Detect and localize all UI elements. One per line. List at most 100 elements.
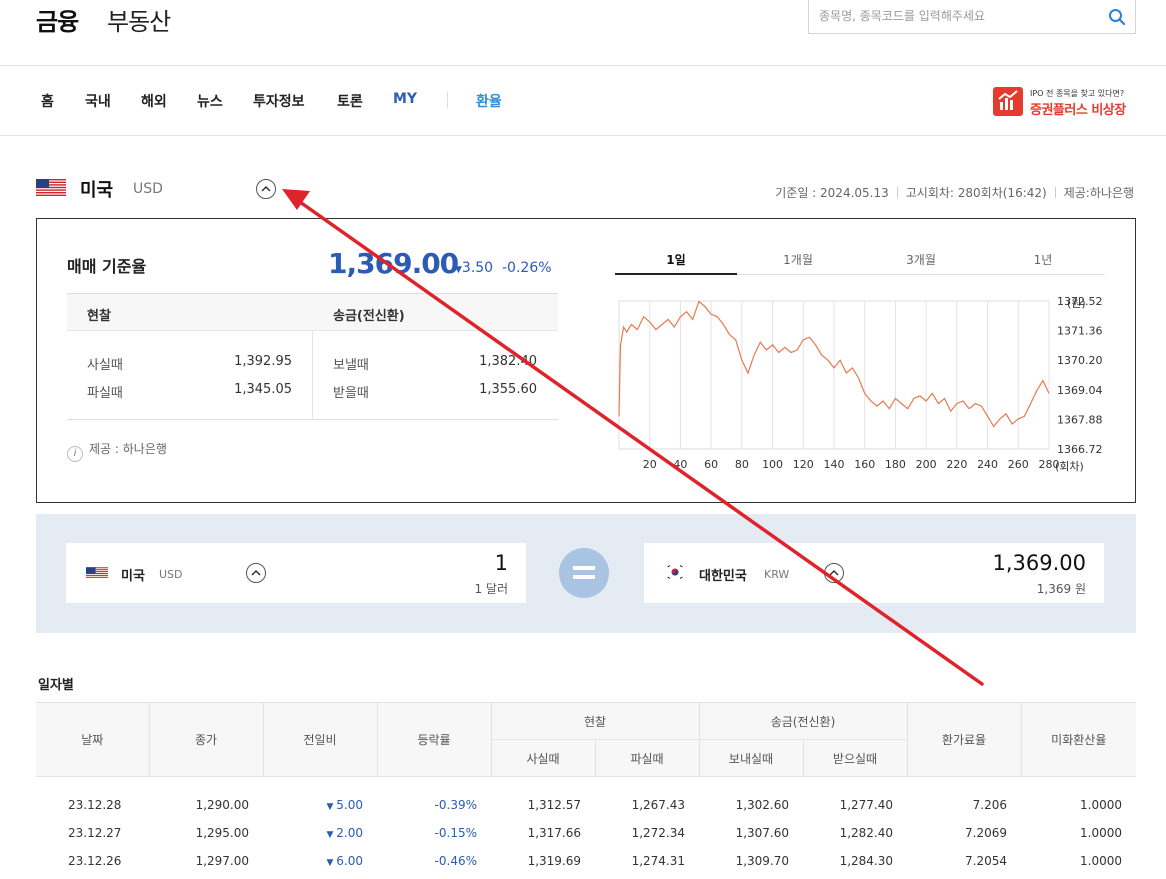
col-remit: 송금(전신환) <box>698 702 908 740</box>
rate-change-amount: 3.50 <box>461 260 494 276</box>
table-cell: 1,277.40 <box>839 797 894 812</box>
col-date: 날짜 <box>36 702 150 777</box>
remit-header: 송금(전신환) <box>333 309 405 324</box>
x-tick-label: 60 <box>704 458 718 471</box>
kr-flag-icon <box>666 563 684 581</box>
buy-cash-label: 사실때 <box>87 358 123 373</box>
table-cell: -0.39% <box>434 797 477 812</box>
table-cell: 1,297.00 <box>195 853 249 868</box>
col-close: 종가 <box>148 702 264 777</box>
col-cash-buy: 사실때 <box>491 739 596 777</box>
send-label: 보낼때 <box>333 358 369 373</box>
y-tick-label: 1367.88 <box>1057 413 1103 426</box>
top-bar: 금융 부동산 <box>0 0 1166 66</box>
brand-realestate[interactable]: 부동산 <box>107 2 171 37</box>
col-cash: 현찰 <box>490 702 700 740</box>
down-triangle-icon: ▼ <box>326 829 337 840</box>
chevron-up-icon <box>829 569 839 576</box>
tab-1month[interactable]: 1개월 <box>737 251 859 268</box>
table-cell: ▼ 5.00 <box>263 791 377 819</box>
x-tick-label: 280 <box>1039 458 1060 471</box>
nav-home[interactable]: 홈 <box>41 91 54 111</box>
from-currency-select-button[interactable] <box>246 563 266 583</box>
rate-detail-header: 현찰 송금(전신환) <box>67 294 558 331</box>
from-currency-code: USD <box>159 568 183 581</box>
x-tick-label: 20 <box>643 458 657 471</box>
x-tick-label: 180 <box>885 458 906 471</box>
to-amount-unit: 1,369 원 <box>1036 582 1086 596</box>
table-cell: 1,282.40 <box>839 825 894 840</box>
table-row: 23.12.26 1,297.00 ▼ 6.00 -0.46% 1,319.69 1,27… <box>36 847 1136 875</box>
table-cell: 1,290.00 <box>195 797 249 812</box>
table-cell: 1,267.43 <box>631 797 685 812</box>
x-tick-label: 120 <box>793 458 814 471</box>
us-flag-icon <box>86 565 108 578</box>
rate-change: ▼3.50 -0.26% <box>455 260 552 276</box>
brand-finance[interactable]: 금융 <box>36 2 79 37</box>
from-amount-unit: 1 달러 <box>474 582 508 596</box>
table-cell: 1,312.57 <box>527 797 581 812</box>
table-cell: 7.2069 <box>965 825 1008 840</box>
x-tick-label: 80 <box>735 458 749 471</box>
currency-name: 미국 <box>80 180 114 201</box>
from-currency-name: 미국 <box>121 569 145 584</box>
table-cell: 1,307.60 <box>735 825 789 840</box>
base-rate-label: 매매 기준율 <box>67 257 147 276</box>
tab-1day[interactable]: 1일 <box>615 251 737 268</box>
nav-discussion[interactable]: 토론 <box>337 91 363 111</box>
x-tick-label: 260 <box>1008 458 1029 471</box>
nav-invest-info[interactable]: 투자정보 <box>253 91 305 111</box>
search-icon[interactable] <box>1108 8 1126 26</box>
x-tick-label: 160 <box>854 458 875 471</box>
search-input[interactable] <box>819 6 1099 26</box>
col-remit-send: 보내실때 <box>698 739 804 777</box>
table-cell: ▼ 2.00 <box>263 819 377 847</box>
nav-overseas[interactable]: 해외 <box>141 91 167 111</box>
provider-text: 제공 : 하나은행 <box>89 442 167 456</box>
table-cell: 1,319.69 <box>527 853 581 868</box>
currency-select-button[interactable] <box>256 179 276 199</box>
x-tick-label: 240 <box>977 458 998 471</box>
tab-3month[interactable]: 3개월 <box>860 251 982 268</box>
converter-from[interactable]: 미국 USD 1 1 달러 <box>66 543 526 603</box>
table-cell: 1,317.66 <box>527 825 581 840</box>
table-cell: 1,295.00 <box>195 825 249 840</box>
to-amount[interactable]: 1,369.00 <box>992 551 1086 575</box>
col-cash-sell: 파실때 <box>594 739 700 777</box>
ad-tagline: IPO 전 종목을 찾고 있다면? <box>1030 89 1125 98</box>
stockplus-logo-icon <box>993 87 1023 116</box>
from-amount[interactable]: 1 <box>495 551 508 575</box>
to-currency-select-button[interactable] <box>824 563 844 583</box>
send-value: 1,382.40 <box>479 354 537 369</box>
down-triangle-icon: ▼ <box>455 265 462 275</box>
y-tick-label: 1369.04 <box>1057 384 1103 397</box>
nav-exchange[interactable]: 환율 <box>476 91 502 111</box>
period-tabs: 1일 1개월 3개월 1년 <box>615 245 1105 275</box>
ad-banner[interactable]: IPO 전 종목을 찾고 있다면? 증권플러스 비상장 <box>993 87 1138 118</box>
nav-news[interactable]: 뉴스 <box>197 91 223 111</box>
base-rate-value: 1,369.00 <box>328 247 459 280</box>
meta-provider: 제공:하나은행 <box>1063 186 1134 200</box>
rate-panel: 매매 기준율 1,369.00 ▼3.50 -0.26% 현찰 송금(전신환) … <box>36 218 1136 503</box>
tab-1year[interactable]: 1년 <box>982 251 1104 268</box>
x-tick-label: 100 <box>762 458 783 471</box>
table-cell: 7.2054 <box>965 853 1008 868</box>
converter-to[interactable]: 대한민국 KRW 1,369.00 1,369 원 <box>644 543 1104 603</box>
table-cell: 1,284.30 <box>839 853 894 868</box>
table-row: 23.12.28 1,290.00 ▼ 5.00 -0.39% 1,312.57 1,26… <box>36 791 1136 819</box>
nav-domestic[interactable]: 국내 <box>85 91 111 111</box>
table-cell: -0.46% <box>434 853 477 868</box>
table-cell: 1,272.34 <box>631 825 685 840</box>
base-date: 기준일 : 2024.05.13 <box>775 186 889 200</box>
rate-line-chart: (원) (회차) 20 40 60 80 100 120 140 160 180 200 220 24… <box>618 295 1103 473</box>
rate-detail-divider <box>312 331 313 420</box>
main-nav: 홈 국내 해외 뉴스 투자정보 토론 MY 환율 IPO 전 종목을 찾고 있다… <box>0 66 1166 136</box>
table-cell: 1,309.70 <box>735 853 789 868</box>
cash-header: 현찰 <box>87 309 111 324</box>
nav-my[interactable]: MY <box>393 91 417 107</box>
to-currency-name: 대한민국 <box>699 569 747 584</box>
y-tick-label: 1370.20 <box>1057 354 1103 367</box>
us-flag-icon <box>36 179 66 196</box>
cell-value: 6.00 <box>336 853 363 868</box>
down-triangle-icon: ▼ <box>326 801 337 812</box>
